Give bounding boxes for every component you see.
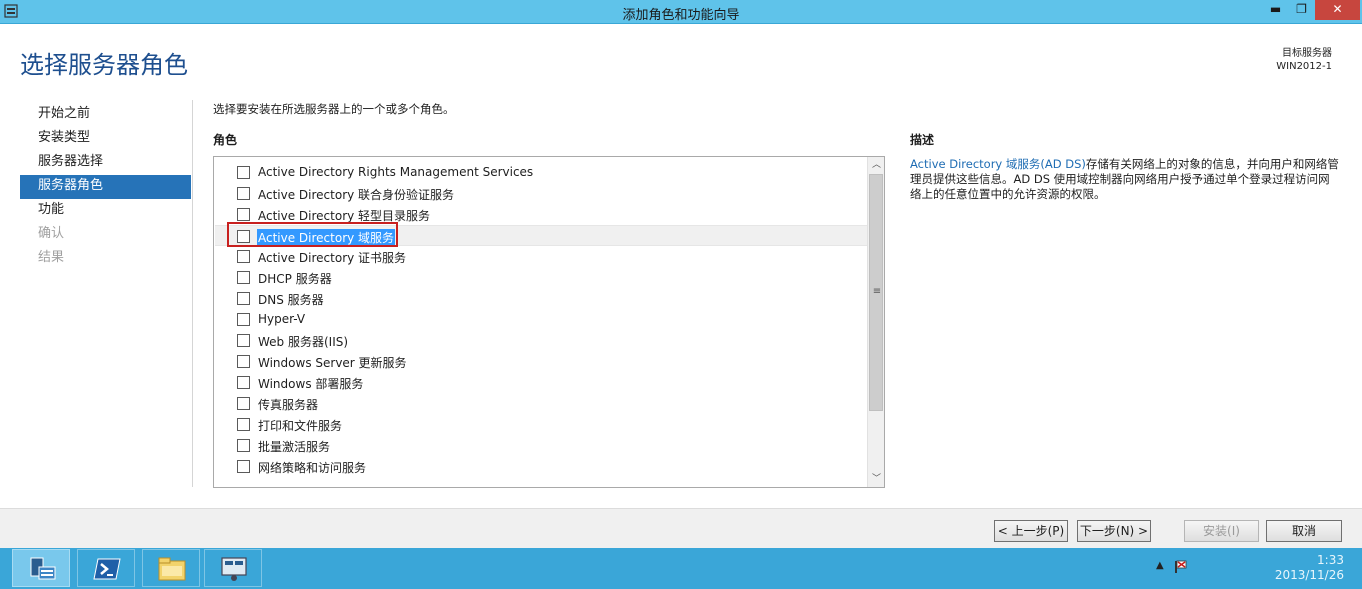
- description-heading: 描述: [910, 133, 935, 147]
- role-row[interactable]: 传真服务器: [215, 393, 867, 414]
- roles-heading: 角色: [213, 133, 238, 147]
- role-label: DNS 服务器: [258, 293, 324, 307]
- chevron-down-icon: ﹀: [871, 474, 881, 484]
- taskbar-file-explorer[interactable]: [142, 549, 200, 587]
- server-console-icon: [221, 557, 247, 581]
- taskbar-powershell[interactable]: [77, 549, 135, 587]
- powershell-icon: [93, 558, 121, 580]
- clock-time: 1:33: [1317, 553, 1344, 567]
- nav-item-features[interactable]: 功能: [20, 199, 191, 223]
- chevron-up-icon: ︿: [871, 160, 881, 170]
- scroll-up-button[interactable]: ︿: [869, 157, 884, 173]
- wizard-footer: < 上一步(P) 下一步(N) > 安装(I) 取消: [0, 508, 1362, 548]
- close-button[interactable]: ✕: [1315, 0, 1360, 20]
- description-text: Active Directory 域服务(AD DS)存储有关网络上的对象的信息…: [910, 157, 1340, 202]
- role-label: Windows 部署服务: [258, 377, 364, 391]
- scroll-thumb[interactable]: ≡: [869, 174, 883, 411]
- nav-item-server-selection[interactable]: 服务器选择: [20, 151, 191, 175]
- nav-item-installation-type[interactable]: 安装类型: [20, 127, 191, 151]
- role-row[interactable]: 网络策略和访问服务: [215, 456, 867, 477]
- nav-divider: [192, 100, 193, 487]
- role-checkbox[interactable]: [237, 250, 250, 263]
- server-manager-icon: [30, 557, 56, 580]
- role-checkbox[interactable]: [237, 397, 250, 410]
- action-center-flag-icon[interactable]: [1174, 560, 1188, 574]
- role-checkbox[interactable]: [237, 460, 250, 473]
- title-bar: 添加角色和功能向导 ▬ ❐ ✕: [0, 0, 1362, 24]
- role-label: Active Directory 联合身份验证服务: [258, 188, 455, 202]
- role-row[interactable]: Windows Server 更新服务: [215, 351, 867, 372]
- role-label: DHCP 服务器: [258, 272, 332, 286]
- role-label: Windows Server 更新服务: [258, 356, 407, 370]
- role-checkbox[interactable]: [237, 187, 250, 200]
- role-checkbox[interactable]: [237, 418, 250, 431]
- role-label: 打印和文件服务: [258, 419, 343, 433]
- cancel-button[interactable]: 取消: [1266, 520, 1342, 542]
- instruction-text: 选择要安装在所选服务器上的一个或多个角色。: [213, 102, 455, 116]
- role-row[interactable]: Active Directory 证书服务: [215, 246, 867, 267]
- wizard-steps-nav: 开始之前 安装类型 服务器选择 服务器角色 功能 确认 结果: [20, 103, 191, 271]
- role-label: 网络策略和访问服务: [258, 461, 367, 475]
- role-row[interactable]: 批量激活服务: [215, 435, 867, 456]
- restore-icon: ❐: [1296, 2, 1307, 16]
- description-link[interactable]: Active Directory 域服务(AD DS): [910, 157, 1086, 171]
- target-server-label: 目标服务器: [1282, 48, 1332, 59]
- role-checkbox[interactable]: [237, 355, 250, 368]
- show-hidden-icons-icon[interactable]: ▲: [1156, 560, 1164, 571]
- role-checkbox[interactable]: [237, 376, 250, 389]
- role-checkbox[interactable]: [237, 208, 250, 221]
- window-title: 添加角色和功能向导: [622, 8, 740, 23]
- restore-button[interactable]: ❐: [1288, 0, 1315, 20]
- role-checkbox[interactable]: [237, 334, 250, 347]
- grip-icon: ≡: [872, 286, 882, 297]
- roles-list[interactable]: Active Directory Rights Management Servi…: [213, 156, 885, 488]
- clock[interactable]: 1:33 2013/11/26: [1275, 553, 1344, 583]
- scroll-down-button[interactable]: ﹀: [869, 471, 884, 487]
- role-label: Active Directory 证书服务: [258, 251, 407, 265]
- role-label: 传真服务器: [258, 398, 319, 412]
- taskbar-server-manager[interactable]: [12, 549, 70, 587]
- close-icon: ✕: [1332, 2, 1343, 16]
- taskbar-server-console[interactable]: [204, 549, 262, 587]
- page-title: 选择服务器角色: [20, 51, 188, 79]
- role-row[interactable]: Active Directory 联合身份验证服务: [215, 183, 867, 204]
- file-explorer-icon: [158, 557, 186, 581]
- target-server-info: 目标服务器 WIN2012-1: [1276, 47, 1332, 73]
- role-label: Web 服务器(IIS): [258, 335, 349, 349]
- role-checkbox[interactable]: [237, 271, 250, 284]
- role-row[interactable]: Hyper-V: [215, 309, 867, 330]
- next-button[interactable]: 下一步(N) >: [1077, 520, 1151, 542]
- role-row[interactable]: DHCP 服务器: [215, 267, 867, 288]
- role-row[interactable]: Windows 部署服务: [215, 372, 867, 393]
- role-label: Active Directory Rights Management Servi…: [258, 165, 534, 179]
- nav-item-results: 结果: [38, 250, 65, 265]
- role-row[interactable]: DNS 服务器: [215, 288, 867, 309]
- role-checkbox[interactable]: [237, 292, 250, 305]
- role-row[interactable]: Web 服务器(IIS): [215, 330, 867, 351]
- role-checkbox[interactable]: [237, 439, 250, 452]
- previous-button[interactable]: < 上一步(P): [994, 520, 1068, 542]
- target-server-value: WIN2012-1: [1276, 61, 1332, 72]
- role-label: Hyper-V: [258, 312, 306, 326]
- install-button: 安装(I): [1184, 520, 1259, 542]
- role-checkbox[interactable]: [237, 313, 250, 326]
- roles-scrollbar[interactable]: ︿ ≡ ﹀: [867, 157, 884, 487]
- highlight-annotation-box: [227, 222, 398, 247]
- nav-item-before-you-begin[interactable]: 开始之前: [20, 103, 191, 127]
- role-label: 批量激活服务: [258, 440, 331, 454]
- nav-item-server-roles[interactable]: 服务器角色: [20, 175, 191, 199]
- role-checkbox[interactable]: [237, 166, 250, 179]
- minimize-button[interactable]: ▬: [1262, 0, 1289, 20]
- minimize-icon: ▬: [1269, 2, 1282, 16]
- role-row[interactable]: 打印和文件服务: [215, 414, 867, 435]
- taskbar: ▲ 1:33 2013/11/26: [0, 548, 1362, 589]
- role-row[interactable]: Active Directory Rights Management Servi…: [215, 162, 867, 183]
- nav-item-confirmation: 确认: [38, 226, 65, 241]
- clock-date: 2013/11/26: [1274, 568, 1344, 582]
